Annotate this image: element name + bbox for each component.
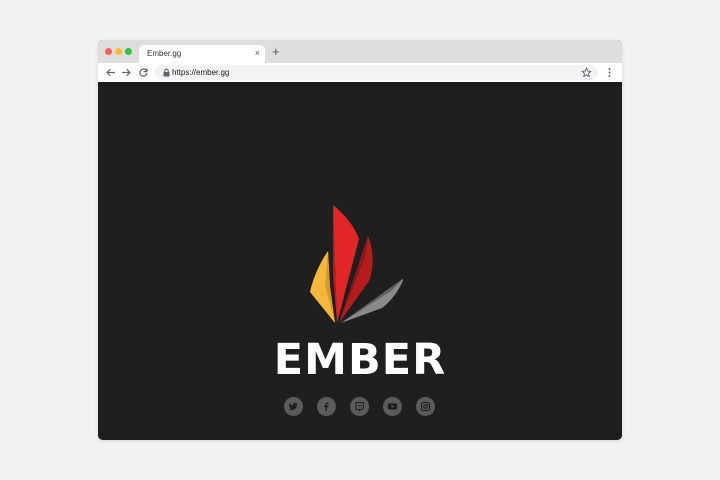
arrow-left-icon[interactable] bbox=[105, 67, 116, 78]
youtube-icon bbox=[387, 403, 398, 410]
close-window-button[interactable] bbox=[105, 48, 112, 55]
tab-title: Ember.gg bbox=[147, 49, 182, 58]
instagram-icon bbox=[420, 401, 431, 412]
maximize-window-button[interactable] bbox=[125, 48, 132, 55]
arrow-right-icon[interactable] bbox=[121, 67, 132, 78]
browser-window: Ember.gg × + https://ember.gg EMBER bbox=[98, 40, 622, 440]
social-links bbox=[284, 397, 436, 417]
address-bar[interactable]: https://ember.gg bbox=[155, 65, 598, 80]
youtube-link[interactable] bbox=[383, 397, 402, 416]
page-content: EMBER bbox=[98, 82, 622, 440]
title-bar: Ember.gg × + bbox=[98, 40, 622, 63]
twitch-link[interactable] bbox=[350, 397, 369, 416]
lock-icon bbox=[163, 68, 170, 77]
tab-close-icon[interactable]: × bbox=[255, 47, 260, 59]
new-tab-button[interactable]: + bbox=[272, 45, 280, 59]
facebook-icon bbox=[324, 402, 329, 411]
facebook-link[interactable] bbox=[317, 397, 336, 416]
star-icon[interactable] bbox=[581, 67, 592, 78]
tab-ember[interactable]: Ember.gg × bbox=[139, 45, 265, 63]
minimize-window-button[interactable] bbox=[115, 48, 122, 55]
kebab-menu-icon[interactable] bbox=[604, 67, 615, 78]
brand-wordmark: EMBER bbox=[273, 335, 447, 385]
twitter-icon bbox=[288, 402, 298, 411]
instagram-link[interactable] bbox=[416, 397, 435, 416]
twitter-link[interactable] bbox=[284, 397, 303, 416]
reload-icon[interactable] bbox=[138, 67, 149, 78]
url-text[interactable]: https://ember.gg bbox=[172, 68, 229, 77]
browser-toolbar: https://ember.gg bbox=[98, 63, 622, 82]
twitch-icon bbox=[355, 401, 365, 412]
ember-logo bbox=[310, 205, 403, 323]
